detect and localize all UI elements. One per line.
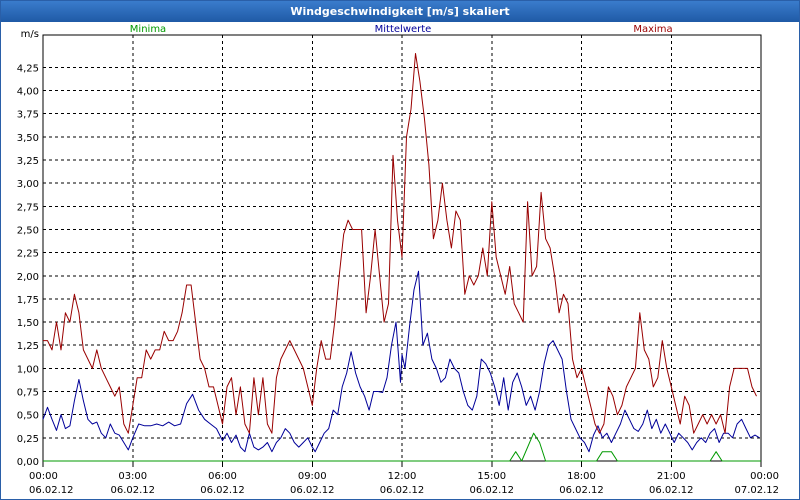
- x-tick-time: 09:00: [298, 471, 327, 482]
- x-tick-date: 06.02.12: [559, 485, 604, 496]
- wind-speed-chart: 0,00 0,25 0,50 0,75 1,00 1,25 1,50 1,75 2,00 2,25…: [17, 24, 779, 496]
- x-tick-date: 06.02.12: [290, 485, 335, 496]
- x-tick-date: 06.02.12: [380, 485, 425, 496]
- y-tick-label: 1,50: [17, 318, 39, 329]
- legend-mittelwerte: Mittelwerte: [375, 24, 432, 35]
- legend-maxima: Maxima: [633, 24, 672, 35]
- x-tick-date: 06.02.12: [469, 485, 514, 496]
- legend-minima: Minima: [130, 24, 166, 35]
- y-tick-label: 3,50: [17, 133, 39, 144]
- x-tick-date: 06.02.12: [110, 485, 155, 496]
- y-tick-label: 4,25: [17, 63, 39, 74]
- x-tick-time: 15:00: [477, 471, 506, 482]
- y-tick-label: 0,50: [17, 411, 39, 422]
- y-tick-label: 4,00: [17, 87, 39, 98]
- y-tick-label: 1,25: [17, 341, 39, 352]
- y-tick-label: 3,75: [17, 110, 39, 121]
- y-tick-label: 3,00: [17, 179, 39, 190]
- y-tick-label: 0,25: [17, 434, 39, 445]
- y-tick-label: 2,25: [17, 249, 39, 260]
- x-tick-time: 21:00: [657, 471, 686, 482]
- x-tick-time: 06:00: [208, 471, 237, 482]
- y-tick-label: 1,75: [17, 295, 39, 306]
- x-tick-time: 18:00: [567, 471, 596, 482]
- x-tick-date: 06.02.12: [200, 485, 245, 496]
- y-tick-label: 1,00: [17, 364, 39, 375]
- chart-title: Windgeschwindigkeit [m/s] skaliert: [1, 1, 799, 22]
- y-tick-label: 2,75: [17, 202, 39, 213]
- x-tick-date: 06.02.12: [29, 485, 74, 496]
- x-tick-time: 00:00: [29, 471, 58, 482]
- x-tick-date: 07.02.12: [734, 485, 779, 496]
- y-axis-label: m/s: [21, 29, 39, 40]
- y-tick-label: 2,00: [17, 272, 39, 283]
- chart-window: Windgeschwindigkeit [m/s] skaliert 0,00 0…: [0, 0, 800, 500]
- y-tick-label: 3,25: [17, 156, 39, 167]
- x-tick-time: 12:00: [388, 471, 417, 482]
- y-tick-label: 0,00: [17, 457, 39, 468]
- x-tick-date: 06.02.12: [649, 485, 694, 496]
- y-tick-label: 0,75: [17, 388, 39, 399]
- y-tick-label: 2,50: [17, 225, 39, 236]
- x-tick-time: 00:00: [750, 471, 779, 482]
- x-tick-time: 03:00: [118, 471, 147, 482]
